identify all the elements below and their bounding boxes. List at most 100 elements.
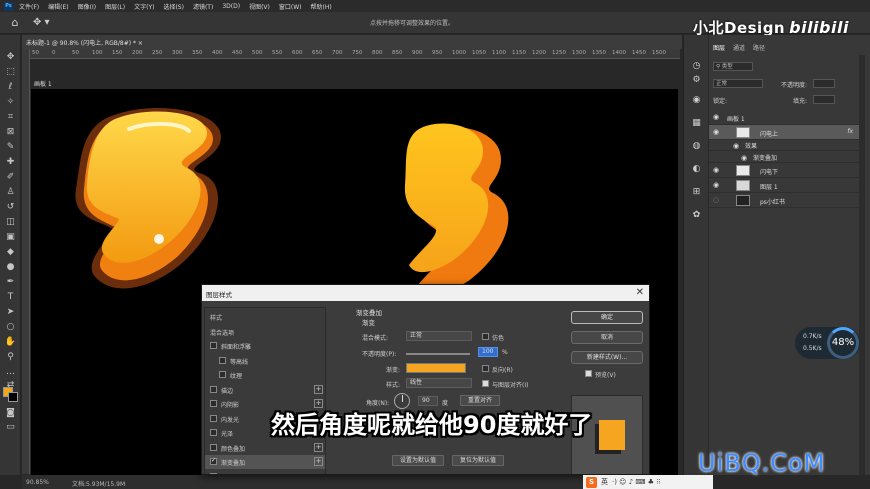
- crop-tool-icon[interactable]: ⌗: [3, 111, 18, 124]
- style-checkbox[interactable]: [219, 356, 226, 364]
- style-item[interactable]: 等高线: [205, 354, 325, 368]
- document-tab[interactable]: 未标题-1 @ 90.8% (闪电上, RGB/8#) * ×: [26, 38, 143, 47]
- stamp-tool-icon[interactable]: ♙: [3, 186, 18, 199]
- move-tool-icon[interactable]: ✥: [3, 51, 18, 64]
- style-checkbox[interactable]: [210, 342, 217, 349]
- eye-icon[interactable]: ◉: [713, 113, 719, 121]
- eye-icon[interactable]: ◉: [741, 154, 747, 162]
- style-checkbox[interactable]: [219, 371, 226, 378]
- layer-row[interactable]: ○ ps小红书: [709, 193, 859, 208]
- style-item[interactable]: 混合选项: [205, 325, 325, 339]
- menu-type[interactable]: 文字(Y): [134, 2, 154, 11]
- style-checkbox[interactable]: [210, 429, 217, 436]
- menu-select[interactable]: 选择(S): [163, 2, 184, 11]
- style-item[interactable]: 纹理: [205, 368, 325, 382]
- magic-wand-icon[interactable]: ✧: [3, 96, 18, 109]
- style-item[interactable]: 图案叠加: [205, 470, 325, 474]
- menu-help[interactable]: 帮助(H): [311, 2, 332, 11]
- layer-effects-row[interactable]: ◉ 效果: [709, 139, 859, 151]
- blend-mode-select[interactable]: 正常: [713, 79, 763, 88]
- tab-channels[interactable]: 通道: [733, 43, 745, 55]
- menu-image[interactable]: 图像(I): [78, 2, 96, 11]
- channels-panel-icon[interactable]: ⊞: [690, 187, 703, 198]
- style-item[interactable]: 样式: [205, 310, 325, 324]
- sogou-logo-icon[interactable]: S: [586, 476, 597, 488]
- layer-effect-gradient-row[interactable]: ◉ 渐变叠加: [709, 151, 859, 163]
- layers-scrollbar[interactable]: [859, 55, 865, 475]
- preview-checkbox[interactable]: [585, 370, 592, 377]
- lasso-tool-icon[interactable]: ℓ: [3, 81, 18, 94]
- type-tool-icon[interactable]: T: [3, 291, 18, 304]
- opacity-field[interactable]: [813, 79, 835, 88]
- style-item[interactable]: 颜色叠加 +: [205, 441, 325, 455]
- gradient-tool-icon[interactable]: ▣: [3, 231, 18, 244]
- pen-tool-icon[interactable]: ✒: [3, 276, 18, 289]
- menu-3d[interactable]: 3D(D): [222, 3, 240, 10]
- style-checkbox[interactable]: [210, 414, 217, 422]
- background-color-swatch[interactable]: [8, 392, 18, 402]
- reset-default-button[interactable]: 复位为默认值: [452, 455, 504, 466]
- color-panel-icon[interactable]: ◉: [690, 95, 703, 106]
- eraser-tool-icon[interactable]: ◫: [3, 216, 18, 229]
- history-brush-icon[interactable]: ↺: [3, 201, 18, 214]
- move-tool-icon[interactable]: ✥ ▾: [33, 16, 53, 30]
- fx-icon[interactable]: fx: [847, 128, 853, 135]
- tab-paths[interactable]: 路径: [753, 43, 765, 55]
- add-style-icon[interactable]: +: [314, 442, 323, 452]
- style-checkbox[interactable]: [210, 400, 217, 407]
- dither-checkbox[interactable]: [482, 333, 489, 340]
- menu-file[interactable]: 文件(F): [19, 2, 39, 11]
- ime-icons[interactable]: ·) ☺ ♪ ⌨ ♣ ⁝⁝: [612, 478, 661, 486]
- style-checkbox[interactable]: [210, 385, 217, 393]
- layer-row[interactable]: ◉ 图层 1: [709, 178, 859, 193]
- more-tools-icon[interactable]: …: [3, 366, 18, 379]
- paths-panel-icon[interactable]: ✿: [690, 210, 703, 221]
- menu-window[interactable]: 窗口(W): [279, 2, 302, 11]
- home-icon[interactable]: ⌂: [8, 16, 22, 30]
- layer-row[interactable]: ◉ 闪电下: [709, 163, 859, 178]
- blur-tool-icon[interactable]: ◆: [3, 246, 18, 259]
- screen-mode-icon[interactable]: ▭: [3, 421, 18, 434]
- eye-icon[interactable]: ◉: [733, 142, 739, 150]
- menu-edit[interactable]: 编辑(E): [48, 2, 68, 11]
- layer-row-selected[interactable]: ◉ 闪电上 fx: [709, 125, 859, 140]
- ok-button[interactable]: 确定: [571, 311, 643, 324]
- healing-brush-icon[interactable]: ✚: [3, 156, 18, 169]
- cancel-button[interactable]: 取消: [571, 331, 643, 344]
- style-item[interactable]: 描边 +: [205, 383, 325, 397]
- style-item[interactable]: 斜面和浮雕: [205, 339, 325, 353]
- align-checkbox[interactable]: [482, 380, 489, 387]
- style-checkbox[interactable]: [210, 472, 217, 474]
- history-panel-icon[interactable]: ◷: [690, 61, 703, 72]
- zoom-level[interactable]: 90.85%: [26, 479, 49, 486]
- zoom-tool-icon[interactable]: ⚲: [3, 351, 18, 364]
- reverse-checkbox[interactable]: [482, 365, 489, 372]
- add-style-icon[interactable]: +: [314, 457, 323, 466]
- opacity-field[interactable]: 100: [478, 347, 498, 357]
- style-item[interactable]: 渐变叠加 +: [205, 455, 325, 469]
- close-icon[interactable]: ✕: [636, 287, 644, 298]
- make-default-button[interactable]: 设置为默认值: [392, 455, 444, 466]
- path-select-icon[interactable]: ➤: [3, 306, 18, 319]
- layer-filter-select[interactable]: ⚲ 类型: [713, 62, 753, 71]
- style-checkbox[interactable]: [210, 443, 217, 451]
- libraries-panel-icon[interactable]: ◍: [690, 141, 703, 152]
- hand-tool-icon[interactable]: ✋: [3, 336, 18, 349]
- style-checkbox[interactable]: [210, 457, 217, 465]
- adjustments-panel-icon[interactable]: ◐: [690, 164, 703, 175]
- style-select[interactable]: 线性: [406, 378, 472, 388]
- shape-tool-icon[interactable]: ○: [3, 321, 18, 334]
- frame-tool-icon[interactable]: ⊠: [3, 126, 18, 139]
- tab-layers[interactable]: 图层: [713, 43, 725, 55]
- fill-field[interactable]: [813, 95, 835, 104]
- layer-row-artboard[interactable]: ◉ 画板 1: [709, 110, 859, 125]
- dodge-tool-icon[interactable]: ●: [3, 261, 18, 274]
- properties-panel-icon[interactable]: ⚙: [690, 75, 703, 86]
- menu-view[interactable]: 视图(V): [249, 2, 270, 11]
- eye-icon[interactable]: ◉: [713, 128, 719, 136]
- eyedropper-icon[interactable]: ✎: [3, 141, 18, 154]
- add-style-icon[interactable]: +: [314, 384, 323, 394]
- menu-layer[interactable]: 图层(L): [105, 2, 125, 11]
- menu-filter[interactable]: 滤镜(T): [193, 2, 213, 11]
- opacity-slider[interactable]: [406, 353, 470, 355]
